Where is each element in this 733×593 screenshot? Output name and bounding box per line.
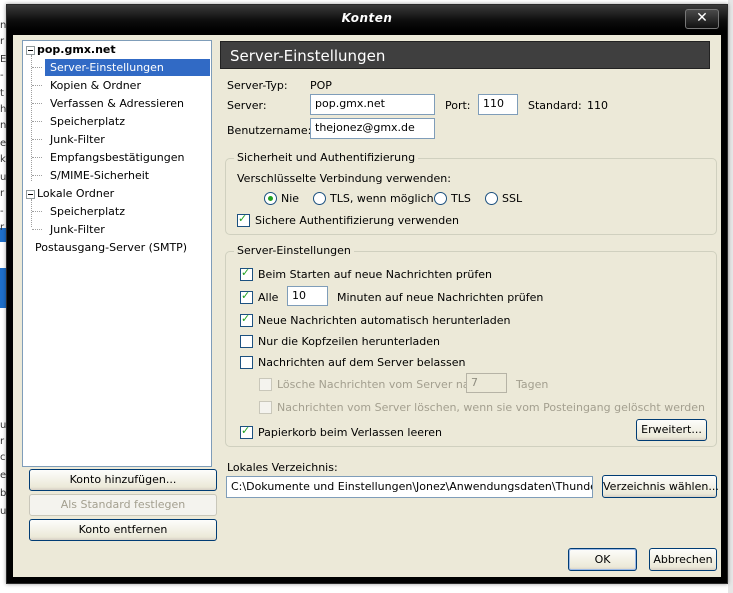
port-input[interactable]: 110: [478, 94, 518, 115]
empty-trash-label[interactable]: Papierkorb beim Verlassen leeren: [258, 426, 442, 439]
server-type-label: Server-Typ:: [227, 79, 288, 92]
radio-never[interactable]: [264, 192, 277, 205]
dialog-body: pop.gmx.net Server-Einstellungen Kopien …: [13, 35, 721, 577]
account-tree[interactable]: pop.gmx.net Server-Einstellungen Kopien …: [22, 40, 212, 467]
encryption-label: Verschlüsselte Verbindung verwenden:: [237, 172, 451, 185]
tree-local-junk-filter[interactable]: Junk-Filter: [50, 221, 105, 238]
tree-item-composition[interactable]: Verfassen & Adressieren: [50, 95, 184, 112]
close-button[interactable]: ✕: [685, 9, 719, 29]
choose-directory-button[interactable]: Verzeichnis wählen...: [602, 475, 719, 498]
panel-heading: Server-Einstellungen: [220, 41, 710, 69]
background-text-fragment: r: [0, 36, 5, 47]
tree-account[interactable]: pop.gmx.net: [37, 41, 116, 58]
delete-after-days-input[interactable]: 7: [466, 373, 507, 393]
collapse-local-icon[interactable]: [26, 190, 35, 199]
dialog-title: Konten: [341, 11, 393, 25]
background-text-fragment: -: [0, 70, 4, 81]
tree-line: [31, 55, 32, 181]
radio-tls-if-possible-label[interactable]: TLS, wenn möglich: [330, 192, 434, 205]
radio-tls-label[interactable]: TLS: [451, 192, 471, 205]
tree-item-copies-folders[interactable]: Kopien & Ordner: [50, 77, 141, 94]
headers-only-checkbox[interactable]: [240, 335, 253, 348]
tree-item-smime[interactable]: S/MIME-Sicherheit: [50, 167, 149, 184]
check-on-start-checkbox[interactable]: [240, 266, 253, 281]
standard-port-value: 110: [587, 99, 608, 112]
background-text-fragment: k: [0, 154, 6, 165]
delete-when-deleted-checkbox[interactable]: [259, 401, 272, 414]
auto-download-checkbox[interactable]: [240, 312, 253, 327]
auto-download-label[interactable]: Neue Nachrichten automatisch herunterlad…: [258, 314, 511, 327]
standard-port-label: Standard:: [528, 99, 582, 112]
delete-after-suffix: Tagen: [516, 378, 549, 391]
check-every-checkbox[interactable]: [240, 289, 253, 304]
tree-item-server-settings[interactable]: Server-Einstellungen: [45, 59, 210, 76]
secure-auth-checkbox[interactable]: [237, 212, 250, 227]
server-type-value: POP: [310, 79, 332, 92]
check-on-start-label[interactable]: Beim Starten auf neue Nachrichten prüfen: [258, 268, 492, 281]
server-settings-group: Server-Einstellungen Beim Starten auf ne…: [225, 244, 717, 447]
server-input[interactable]: pop.gmx.net: [310, 94, 435, 115]
check-every-suffix: Minuten auf neue Nachrichten prüfen: [337, 291, 544, 304]
tree-smtp-server[interactable]: Postausgang-Server (SMTP): [35, 239, 187, 256]
radio-never-label[interactable]: Nie: [281, 192, 299, 205]
set-default-button[interactable]: Als Standard festlegen: [29, 494, 217, 516]
advanced-button[interactable]: Erweitert...: [636, 419, 707, 441]
server-settings-group-title: Server-Einstellungen: [234, 244, 354, 257]
headers-only-label[interactable]: Nur die Kopfzeilen herunterladen: [258, 335, 440, 348]
cancel-button[interactable]: Abbrechen: [649, 548, 717, 571]
secure-auth-label[interactable]: Sichere Authentifizierung verwenden: [255, 214, 459, 227]
collapse-account-icon[interactable]: [26, 46, 35, 55]
background-text-fragment: r: [0, 222, 5, 233]
security-group-title: Sicherheit und Authentifizierung: [234, 151, 419, 164]
background-right-edge: [728, 0, 733, 593]
background-text-fragment: c: [0, 452, 6, 463]
tree-item-junk-filter[interactable]: Junk-Filter: [50, 131, 105, 148]
tree-local-folders[interactable]: Lokale Ordner: [37, 185, 114, 202]
leave-on-server-label[interactable]: Nachrichten auf dem Server belassen: [258, 356, 466, 369]
radio-tls[interactable]: [434, 192, 447, 205]
ok-button[interactable]: OK: [568, 548, 637, 571]
server-label: Server:: [227, 99, 267, 112]
remove-account-button[interactable]: Konto entfernen: [29, 519, 217, 541]
radio-ssl[interactable]: [485, 192, 498, 205]
background-text-fragment: r: [0, 188, 5, 199]
username-input[interactable]: thejonez@gmx.de: [310, 118, 435, 139]
empty-trash-checkbox[interactable]: [240, 424, 253, 439]
delete-when-deleted-label: Nachrichten vom Server löschen, wenn sie…: [277, 401, 706, 414]
accounts-dialog: Konten ✕ pop.gmx.net Server-Einstellunge…: [6, 4, 728, 584]
delete-after-label: Lösche Nachrichten vom Server nach: [277, 378, 483, 391]
local-directory-label: Lokales Verzeichnis:: [227, 461, 338, 474]
leave-on-server-checkbox[interactable]: [240, 356, 253, 369]
check-every-prefix[interactable]: Alle: [258, 291, 278, 304]
local-directory-input[interactable]: C:\Dokumente und Einstellungen\Jonez\Anw…: [226, 476, 593, 498]
delete-after-checkbox[interactable]: [259, 378, 272, 391]
port-label: Port:: [445, 99, 471, 112]
security-group: Sicherheit und Authentifizierung Verschl…: [225, 151, 717, 235]
tree-local-disk-space[interactable]: Speicherplatz: [50, 203, 125, 220]
radio-ssl-label[interactable]: SSL: [502, 192, 522, 205]
tree-item-disk-space[interactable]: Speicherplatz: [50, 113, 125, 130]
username-label: Benutzername:: [227, 124, 312, 137]
background-text-fragment: -: [0, 206, 4, 217]
tree-item-return-receipts[interactable]: Empfangsbestätigungen: [50, 149, 185, 166]
title-bar: Konten ✕: [7, 5, 727, 31]
background-text-fragment: t: [0, 88, 4, 99]
add-account-button[interactable]: Konto hinzufügen...: [29, 469, 217, 491]
radio-tls-if-possible[interactable]: [313, 192, 326, 205]
background-text-fragment: r: [0, 436, 5, 447]
check-interval-input[interactable]: 10: [287, 286, 328, 306]
